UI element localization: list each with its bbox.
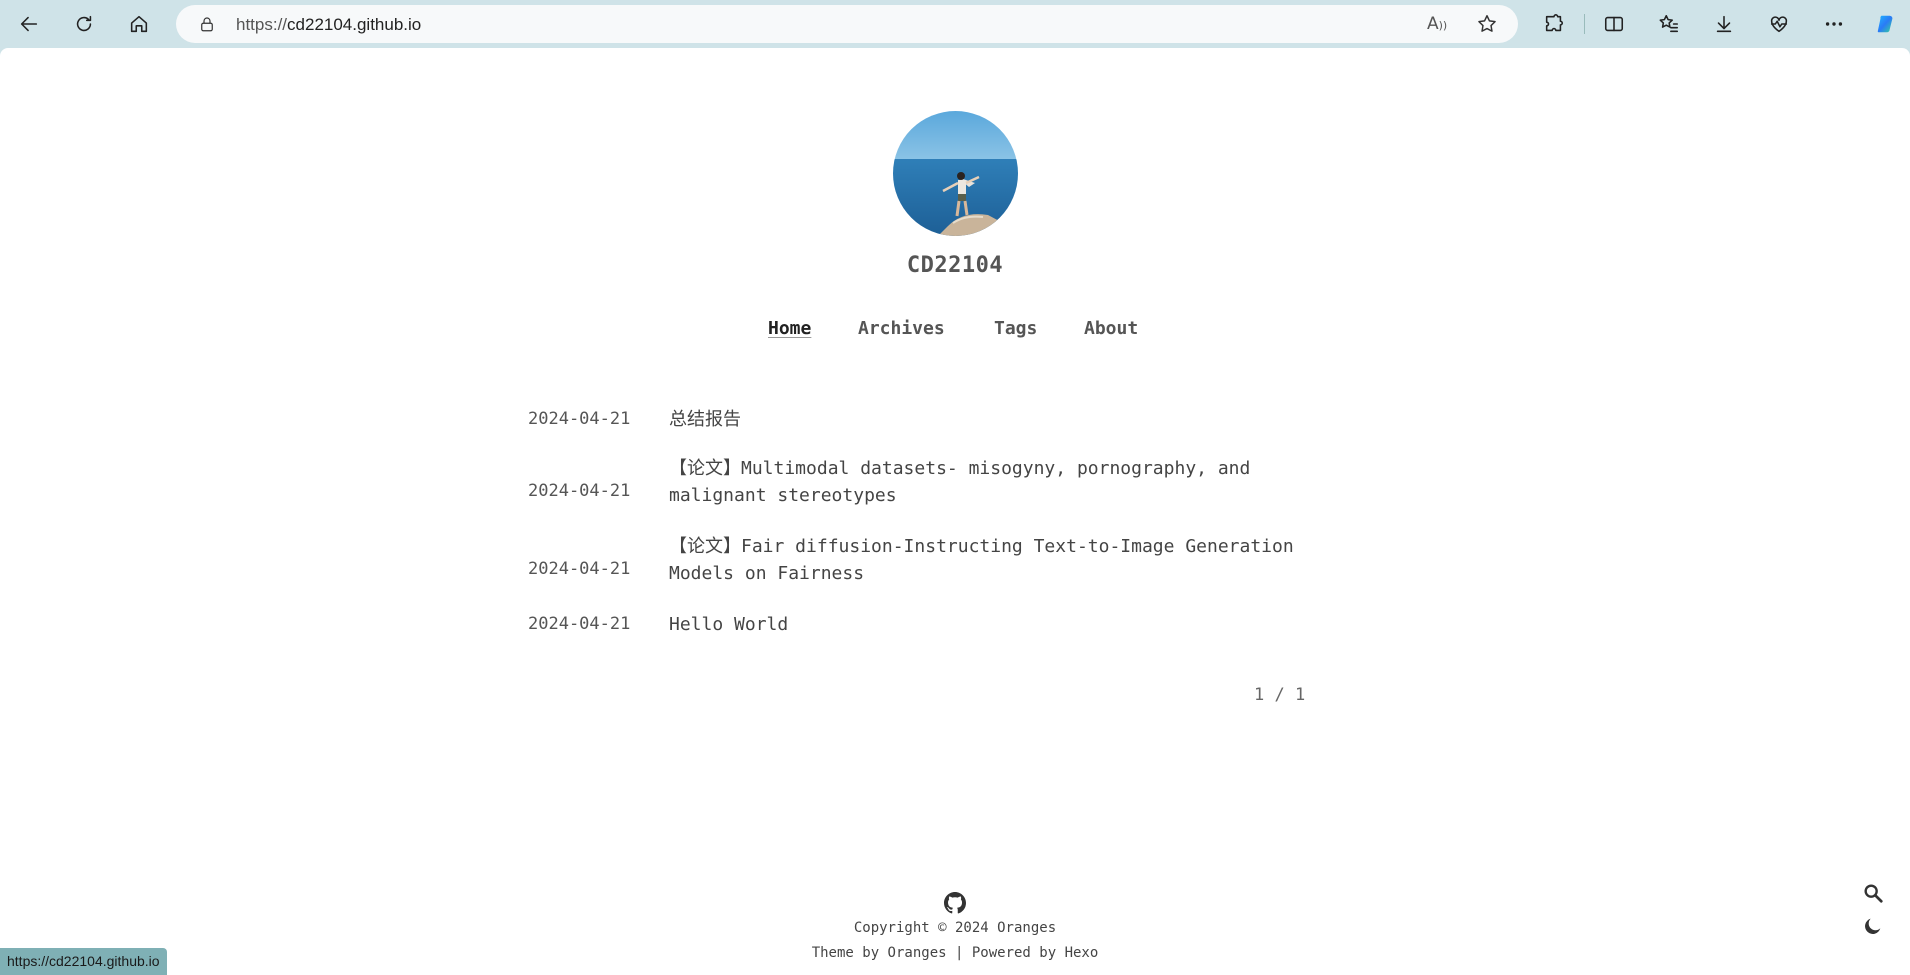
- browser-essentials-button[interactable]: [1761, 6, 1797, 42]
- post-date: 2024-04-21: [528, 481, 631, 501]
- more-icon: [1825, 22, 1843, 26]
- star-icon[interactable]: [1476, 13, 1498, 35]
- read-aloud-icon[interactable]: A)): [1427, 14, 1447, 34]
- back-button[interactable]: [11, 6, 47, 42]
- main-nav: Home Archives Tags About: [0, 318, 1910, 346]
- nav-home[interactable]: Home: [768, 318, 811, 339]
- download-icon: [1716, 15, 1732, 33]
- split-screen-button[interactable]: [1596, 6, 1632, 42]
- puzzle-icon: [1545, 14, 1564, 32]
- heart-pulse-icon: [1770, 16, 1788, 33]
- footer-copyright: Copyright © 2024 Oranges: [853, 920, 1057, 936]
- downloads-button[interactable]: [1706, 6, 1742, 42]
- avatar-image: [893, 111, 1018, 236]
- home-button[interactable]: [121, 6, 157, 42]
- back-arrow-icon: [20, 16, 38, 32]
- nav-archives[interactable]: Archives: [858, 318, 945, 339]
- more-button[interactable]: [1816, 6, 1852, 42]
- address-bar[interactable]: https://cd22104.github.io A)): [176, 5, 1518, 43]
- post-title-link[interactable]: Hello World: [669, 611, 1349, 638]
- web-page: CD22104 Home Archives Tags About 2024-04…: [0, 48, 1910, 975]
- search-icon[interactable]: [1862, 882, 1884, 904]
- lock-icon[interactable]: [198, 15, 216, 33]
- status-bar-url: https://cd22104.github.io: [0, 948, 167, 975]
- github-icon[interactable]: [944, 892, 966, 914]
- copilot-icon: [1877, 15, 1893, 33]
- footer-powered-by: Theme by Oranges | Powered by Hexo: [811, 945, 1099, 961]
- copilot-button[interactable]: [1868, 6, 1904, 42]
- moon-icon[interactable]: [1862, 915, 1884, 937]
- url-text[interactable]: https://cd22104.github.io: [236, 15, 421, 35]
- post-title-link[interactable]: 总结报告: [669, 406, 1349, 433]
- pagination: 1 / 1: [1254, 685, 1306, 705]
- site-title[interactable]: CD22104: [0, 253, 1910, 278]
- extensions-button[interactable]: [1536, 6, 1572, 42]
- nav-about[interactable]: About: [1084, 318, 1138, 339]
- refresh-icon: [76, 15, 92, 32]
- toolbar-divider: [1584, 14, 1585, 34]
- split-screen-icon: [1604, 16, 1624, 32]
- post-date: 2024-04-21: [528, 614, 631, 634]
- post-title-link[interactable]: 【论文】Fair diffusion-Instructing Text-to-I…: [669, 533, 1349, 587]
- avatar[interactable]: [893, 111, 1018, 236]
- url-host: cd22104.github.io: [287, 15, 422, 34]
- favorites-list-icon: [1659, 14, 1679, 33]
- url-scheme: https://: [236, 15, 288, 34]
- favorites-button[interactable]: [1651, 6, 1687, 42]
- nav-tags[interactable]: Tags: [994, 318, 1037, 339]
- post-date: 2024-04-21: [528, 559, 631, 579]
- home-icon: [130, 15, 148, 33]
- post-title-link[interactable]: 【论文】Multimodal datasets- misogyny, porno…: [669, 455, 1349, 509]
- browser-toolbar: https://cd22104.github.io A)): [0, 0, 1910, 48]
- refresh-button[interactable]: [66, 6, 102, 42]
- post-date: 2024-04-21: [528, 409, 631, 429]
